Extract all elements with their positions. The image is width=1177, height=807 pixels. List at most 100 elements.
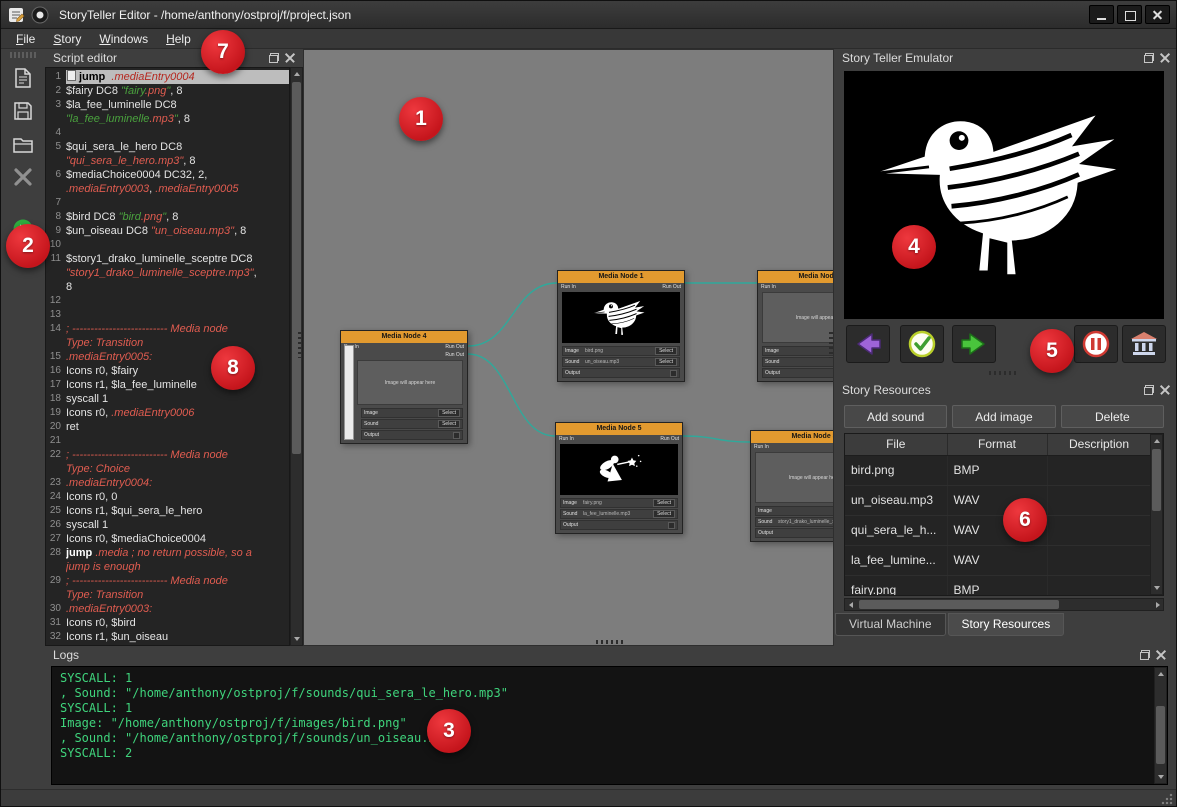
scroll-up-icon[interactable] [1154, 439, 1160, 443]
code-line[interactable]: 27Icons r0, $mediaChoice0004 [46, 532, 289, 546]
code-line[interactable]: 23.mediaEntry0004: [46, 476, 289, 490]
scroll-right-icon[interactable] [1156, 602, 1160, 608]
output-port[interactable] [670, 370, 677, 377]
port-run-in[interactable]: Run In [754, 443, 769, 451]
code-line[interactable]: 9$un_oiseau DC8 "un_oiseau.mp3", 8 [46, 224, 289, 238]
graph-node[interactable]: Media Node 1Run InRun OutImagebird.pngSe… [557, 270, 685, 382]
code-line[interactable]: 12 [46, 294, 289, 308]
select-button[interactable]: Select [438, 420, 460, 428]
code-line[interactable]: 25Icons r1, $qui_sera_le_hero [46, 504, 289, 518]
scroll-up-icon[interactable] [1158, 672, 1164, 676]
node-title[interactable]: Media Node 4 [341, 331, 467, 343]
column-header[interactable]: File [845, 434, 947, 455]
code-line[interactable]: 32Icons r1, $un_oiseau [46, 630, 289, 644]
port-run-in[interactable]: Run In [559, 435, 574, 443]
logs-output[interactable]: SYSCALL: 1, Sound: "/home/anthony/ostpro… [51, 666, 1168, 785]
code-line[interactable]: 30.mediaEntry0003: [46, 602, 289, 616]
float-panel-icon[interactable] [1140, 650, 1150, 660]
scroll-up-icon[interactable] [294, 72, 300, 76]
open-button[interactable] [10, 131, 36, 157]
port-run-in[interactable]: Run In [761, 283, 776, 291]
code-line[interactable]: 18syscall 1 [46, 392, 289, 406]
close-project-button[interactable] [10, 164, 36, 190]
maximize-button[interactable] [1117, 5, 1142, 24]
code-line[interactable]: "la_fee_luminelle.mp3", 8 [46, 112, 289, 126]
add-image-button[interactable]: Add image [952, 405, 1055, 428]
splitter-editor-canvas[interactable] [298, 332, 302, 358]
select-button[interactable]: Select [653, 499, 675, 507]
next-button[interactable] [952, 325, 996, 363]
tab-story-resources[interactable]: Story Resources [948, 613, 1065, 636]
select-button[interactable]: Select [438, 409, 460, 417]
code-line[interactable]: 2$fairy DC8 "fairy.png", 8 [46, 84, 289, 98]
close-panel-icon[interactable] [1160, 53, 1170, 63]
code-line[interactable]: 11$story1_drako_luminelle_sceptre DC8 [46, 252, 289, 266]
output-port[interactable] [453, 432, 460, 439]
float-panel-icon[interactable] [1144, 385, 1154, 395]
code-line[interactable]: 6$mediaChoice0004 DC32, 2, [46, 168, 289, 182]
select-button[interactable]: Select [653, 510, 675, 518]
close-button[interactable] [1145, 5, 1170, 24]
select-button[interactable]: Select [655, 347, 677, 355]
menu-file[interactable]: File [7, 31, 44, 47]
menu-story[interactable]: Story [44, 31, 90, 47]
toolbar-grip[interactable] [10, 52, 36, 58]
select-button[interactable]: Select [655, 358, 677, 366]
resource-row[interactable]: qui_sera_le_h...WAV [845, 515, 1151, 545]
new-script-button[interactable] [10, 65, 36, 91]
table-horizontal-scrollbar[interactable] [844, 598, 1164, 611]
code-line[interactable]: jump is enough [46, 560, 289, 574]
graph-node[interactable]: Media Node 4Run InRun OutRun OutImage wi… [340, 330, 468, 444]
splitter-canvas-dock[interactable] [829, 332, 833, 358]
code-line[interactable]: 17Icons r1, $la_fee_luminelle [46, 378, 289, 392]
code-line[interactable]: 10 [46, 238, 289, 252]
code-line[interactable]: 31Icons r0, $bird [46, 616, 289, 630]
code-line[interactable]: .mediaEntry0003, .mediaEntry0005 [46, 182, 289, 196]
code-line[interactable]: 24Icons r0, 0 [46, 490, 289, 504]
code-line[interactable]: 5$qui_sera_le_hero DC8 [46, 140, 289, 154]
scroll-down-icon[interactable] [1158, 775, 1164, 779]
resize-grip[interactable] [1161, 793, 1173, 805]
logs-scrollbar[interactable] [1154, 667, 1167, 784]
resource-row[interactable]: bird.pngBMP [845, 455, 1151, 485]
code-line[interactable]: 7 [46, 196, 289, 210]
resource-row[interactable]: la_fee_lumine...WAV [845, 545, 1151, 575]
splitter-emulator-resources[interactable] [989, 371, 1019, 375]
graph-node[interactable]: Media Node 5Run InRun OutImagefairy.pngS… [555, 422, 683, 534]
code-line[interactable]: Type: Transition [46, 336, 289, 350]
float-panel-icon[interactable] [269, 53, 279, 63]
home-button[interactable] [1122, 325, 1166, 363]
port-run-out[interactable]: Run Out [445, 351, 464, 359]
delete-button[interactable]: Delete [1061, 405, 1164, 428]
code-line[interactable]: 3$la_fee_luminelle DC8 [46, 98, 289, 112]
output-port[interactable] [668, 522, 675, 529]
node-title[interactable]: Media Node 6 [758, 271, 834, 283]
code-line[interactable]: 19Icons r0, .mediaEntry0006 [46, 406, 289, 420]
code-line[interactable]: 14; -------------------------- Media nod… [46, 322, 289, 336]
pause-button[interactable] [1074, 325, 1118, 363]
close-panel-icon[interactable] [1160, 385, 1170, 395]
tab-virtual-machine[interactable]: Virtual Machine [835, 613, 946, 636]
code-line[interactable]: 21 [46, 434, 289, 448]
system-menu-icon[interactable] [7, 6, 25, 24]
column-header[interactable]: Format [947, 434, 1047, 455]
port-run-out[interactable]: Run Out [660, 435, 679, 443]
code-line[interactable]: 8$bird DC8 "bird.png", 8 [46, 210, 289, 224]
graph-node[interactable]: Media Node 6Run InRun OutImage will appe… [757, 270, 834, 382]
code-line[interactable]: 13 [46, 308, 289, 322]
close-panel-icon[interactable] [1156, 650, 1166, 660]
scroll-down-icon[interactable] [294, 637, 300, 641]
float-panel-icon[interactable] [1144, 53, 1154, 63]
column-header[interactable]: Description [1047, 434, 1151, 455]
scroll-down-icon[interactable] [1154, 586, 1160, 590]
code-line[interactable]: 26syscall 1 [46, 518, 289, 532]
scroll-left-icon[interactable] [849, 602, 853, 608]
node-title[interactable]: Media Node 5 [556, 423, 682, 435]
table-vertical-scrollbar[interactable] [1150, 434, 1163, 595]
close-panel-icon[interactable] [285, 53, 295, 63]
code-line[interactable]: Type: Transition [46, 588, 289, 602]
code-line[interactable]: 29; -------------------------- Media nod… [46, 574, 289, 588]
resource-row[interactable]: fairy.pngBMP [845, 575, 1151, 596]
splitter-logs[interactable] [596, 640, 626, 644]
code-line[interactable]: 8 [46, 280, 289, 294]
